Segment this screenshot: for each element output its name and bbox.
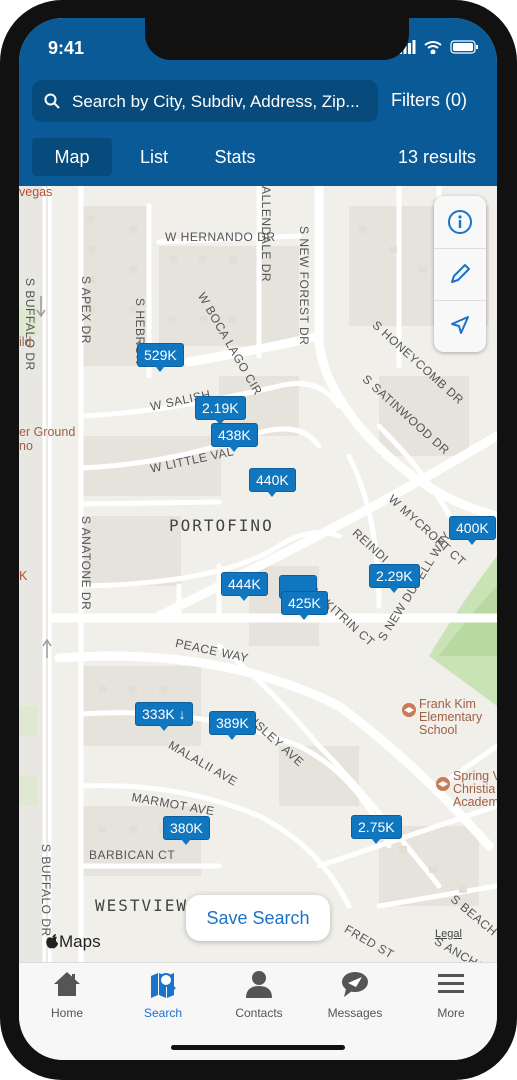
price-pin[interactable]: 333K ↓: [135, 702, 193, 731]
nav-contacts[interactable]: Contacts: [211, 963, 307, 1033]
home-icon: [54, 972, 80, 996]
nav-search[interactable]: Search: [115, 963, 211, 1033]
street-label: S BUFFALO DR: [39, 844, 53, 937]
tab-map[interactable]: Map: [32, 138, 112, 176]
status-time: 9:41: [48, 38, 85, 58]
street-label: BARBICAN CT: [89, 848, 176, 862]
locate-button[interactable]: [434, 300, 486, 352]
price-pin[interactable]: 438K: [211, 423, 258, 452]
nav-messages[interactable]: Messages: [307, 963, 403, 1033]
edge-text: er Ground: [19, 425, 76, 439]
results-count: 13 results: [397, 147, 476, 167]
area-label-westview: WESTVIEW: [95, 896, 189, 915]
poi-spring-valley-academy[interactable]: Spring V Christia Academ: [453, 770, 497, 809]
nav-label: More: [437, 1006, 465, 1020]
nav-label: Messages: [327, 1006, 383, 1020]
messages-icon: [342, 972, 368, 997]
notch: [145, 18, 409, 60]
contacts-icon: [246, 971, 272, 998]
nav-label: Search: [143, 1006, 183, 1020]
price-pin[interactable]: 2.19K: [195, 396, 246, 425]
price-pin[interactable]: 425K: [281, 591, 328, 620]
nav-label: Home: [50, 1006, 83, 1020]
location-arrow-icon: [451, 316, 469, 334]
school-icon: [436, 777, 450, 791]
map-view[interactable]: S BUFFALO DR S APEX DR W HERNANDO DR ALL…: [19, 186, 497, 962]
screen: 9:41 Search by City, Subdiv, Address, Zi…: [19, 18, 497, 1060]
area-label-portofino: PORTOFINO: [169, 516, 274, 535]
price-pin[interactable]: 389K: [209, 711, 256, 740]
search-placeholder: Search by City, Subdiv, Address, Zip...: [72, 92, 360, 111]
street-label: S NEW FOREST DR: [297, 226, 311, 346]
info-icon: [448, 210, 472, 234]
street-label: S BUFFALO DR: [23, 278, 37, 371]
wifi-icon: [424, 41, 442, 54]
maps-logo-text: Maps: [59, 932, 101, 951]
search-input[interactable]: Search by City, Subdiv, Address, Zip...: [32, 80, 378, 122]
search-map-icon: [151, 973, 176, 998]
status-icons: [399, 40, 478, 54]
nav-label: Contacts: [235, 1006, 283, 1020]
battery-icon: [450, 40, 478, 54]
street-label: S APEX DR: [79, 276, 93, 344]
price-pin[interactable]: 2.29K: [369, 564, 420, 593]
price-pin[interactable]: 529K: [137, 343, 184, 372]
poi-frank-kim-school[interactable]: Frank Kim Elementary School: [419, 698, 495, 737]
price-pin[interactable]: 444K: [221, 572, 268, 601]
maps-logo: Maps: [45, 932, 101, 952]
nav-home[interactable]: Home: [19, 963, 115, 1033]
school-icon: [402, 703, 416, 717]
app-header: Search by City, Subdiv, Address, Zip... …: [19, 74, 497, 186]
pencil-icon: [451, 264, 470, 283]
bottom-nav: Home Search Contacts Messages More: [19, 962, 497, 1060]
phone-frame: 9:41 Search by City, Subdiv, Address, Zi…: [0, 0, 517, 1080]
edge-text: ild: [19, 335, 32, 349]
filters-button[interactable]: Filters (0): [391, 90, 467, 111]
apple-icon: [46, 934, 58, 949]
street-label: ALLENDALE DR: [259, 186, 273, 283]
map-controls: [434, 196, 486, 352]
price-pin[interactable]: 380K: [163, 816, 210, 845]
info-button[interactable]: [434, 196, 486, 248]
price-pin[interactable]: 400K: [449, 516, 496, 545]
save-search-button[interactable]: Save Search: [186, 895, 330, 941]
street-label: S ANATONE DR: [79, 516, 93, 611]
nav-more[interactable]: More: [403, 963, 497, 1033]
view-tabs: Map List Stats 13 results: [19, 138, 497, 182]
search-icon: [44, 93, 60, 109]
hamburger-icon: [438, 974, 464, 993]
draw-button[interactable]: [434, 248, 486, 300]
edge-text: vegas: [19, 186, 53, 199]
legal-link[interactable]: Legal: [435, 928, 462, 940]
tab-stats[interactable]: Stats: [205, 138, 265, 176]
edge-text: K: [19, 569, 28, 583]
tab-list[interactable]: List: [129, 138, 179, 176]
price-pin[interactable]: 2.75K: [351, 815, 402, 844]
home-indicator: [171, 1045, 345, 1050]
price-pin[interactable]: 440K: [249, 468, 296, 497]
edge-text: no: [19, 439, 33, 453]
